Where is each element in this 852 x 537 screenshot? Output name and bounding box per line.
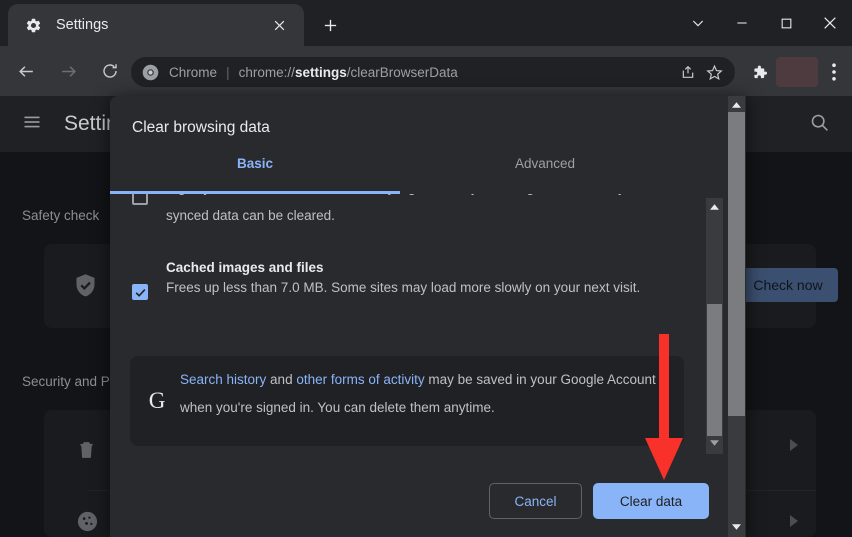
cookie-icon [76,510,99,537]
dialog-footer: Cancel Clear data [110,469,730,537]
url-suffix: /clearBrowserData [347,65,458,80]
notice-mid: and [266,372,296,387]
three-dots-vertical-icon[interactable] [820,57,848,87]
google-notice-text: Search history and other forms of activi… [180,366,660,422]
inner-scroll-down-arrow-icon[interactable] [706,436,723,450]
omnibox-chip-label: Chrome [169,65,217,80]
red-down-arrow [640,334,688,482]
check-now-button[interactable]: Check now [738,268,838,302]
puzzle-piece-icon[interactable] [744,57,774,87]
shield-check-icon [72,272,99,304]
new-tab-button[interactable] [316,12,344,38]
search-icon[interactable] [809,112,830,138]
link-search-history[interactable]: Search history [180,372,266,387]
chevron-right-icon-2[interactable] [788,514,800,531]
inner-scroll-up-arrow-icon[interactable] [706,200,723,214]
reload-icon[interactable] [93,54,127,88]
omnibox-url: chrome://settings/clearBrowserData [239,65,675,80]
close-icon[interactable] [268,14,290,36]
browser-tab-settings[interactable]: Settings [8,4,304,46]
hamburger-menu-icon[interactable] [22,112,42,137]
tab-title: Settings [56,17,108,33]
checkbox-cookies[interactable] [132,194,148,205]
tab-basic[interactable]: Basic [110,156,400,171]
browser-window: Settings [0,0,852,537]
section-label-safety-check: Safety check [22,208,99,223]
dialog-tabs: Basic Advanced [110,156,726,190]
avatar[interactable] [776,57,818,87]
scroll-up-arrow-icon[interactable] [728,98,745,112]
google-g-icon: G [144,388,170,414]
maximize-icon[interactable] [764,0,808,46]
chevron-down-icon[interactable] [676,0,720,46]
item-description-cookies: Signs you out of most sites. You'll stay… [166,194,666,230]
minimize-icon[interactable] [720,0,764,46]
item-description-cached: Frees up less than 7.0 MB. Some sites ma… [166,274,676,302]
window-close-icon[interactable] [808,0,852,46]
cancel-button[interactable]: Cancel [489,483,582,519]
url-prefix: chrome:// [239,65,295,80]
google-account-notice: G Search history and other forms of acti… [130,356,684,446]
address-bar[interactable]: Chrome | chrome://settings/clearBrowserD… [131,57,735,87]
link-other-activity[interactable]: other forms of activity [296,372,424,387]
dialog-title: Clear browsing data [132,119,270,137]
title-bar: Settings [0,0,852,46]
share-icon[interactable] [675,59,701,85]
clear-data-button[interactable]: Clear data [593,483,709,519]
gear-icon [24,16,42,34]
trash-icon [76,438,97,467]
forward-arrow-icon[interactable] [51,54,85,88]
window-controls [676,0,852,46]
star-icon[interactable] [701,59,727,85]
scroll-down-arrow-icon[interactable] [728,520,745,534]
chrome-logo-icon [142,64,159,81]
chevron-right-icon[interactable] [788,438,800,455]
item-title-cached: Cached images and files [166,260,324,275]
checkbox-cached-images[interactable] [132,284,148,300]
tab-advanced[interactable]: Advanced [400,156,690,171]
outer-scrollbar-thumb[interactable] [728,112,745,416]
back-arrow-icon[interactable] [9,54,43,88]
url-bold: settings [295,65,347,80]
inner-scrollbar-thumb[interactable] [707,304,722,436]
toolbar-right-actions [744,57,848,87]
omnibox-separator: | [226,64,230,80]
